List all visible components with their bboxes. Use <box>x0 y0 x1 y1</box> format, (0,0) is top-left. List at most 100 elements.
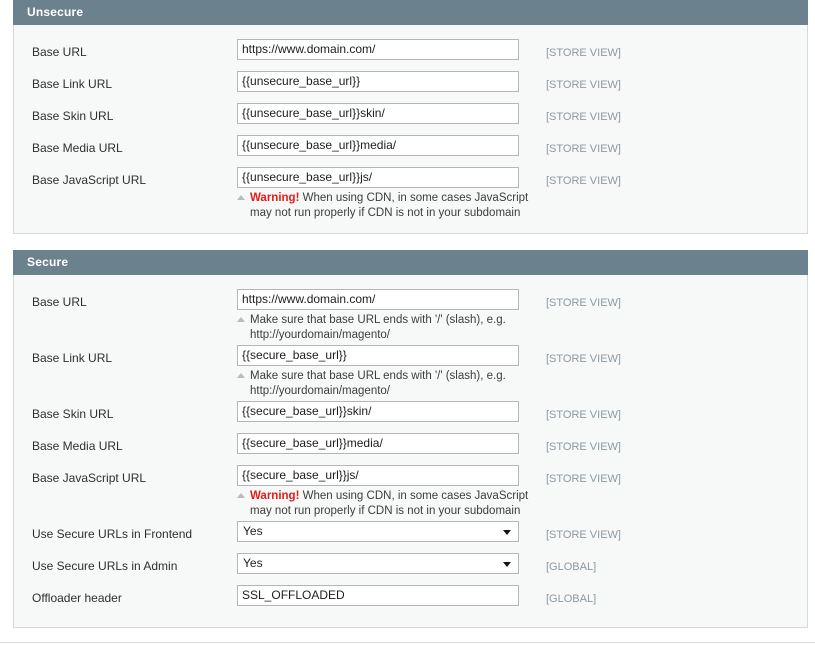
panels-container: UnsecureBase URL[STORE VIEW]Base Link UR… <box>0 0 815 628</box>
input-base-javascript-url[interactable] <box>237 465 519 486</box>
triangle-bullet-icon <box>237 317 245 322</box>
scope-label: [STORE VIEW] <box>546 409 621 421</box>
field-label: Base Media URL <box>32 439 123 453</box>
field-control: Warning! When using CDN, in some cases J… <box>237 465 528 519</box>
input-base-url[interactable] <box>237 39 519 60</box>
field-control <box>237 39 519 60</box>
field-label: Base URL <box>32 45 87 59</box>
form-row: Base JavaScript URL Warning! When using C… <box>14 465 807 519</box>
scope-label: [STORE VIEW] <box>546 143 621 155</box>
panel-gap <box>0 234 815 250</box>
input-base-link-url[interactable] <box>237 345 519 366</box>
scope-label: [GLOBAL] <box>546 561 597 573</box>
warning-label: Warning! <box>250 192 300 204</box>
field-control <box>237 433 519 454</box>
input-base-javascript-url[interactable] <box>237 167 519 188</box>
triangle-bullet-icon <box>237 195 245 200</box>
scope-label: [STORE VIEW] <box>546 47 621 59</box>
bottom-divider <box>0 642 815 643</box>
panel-header[interactable]: Unsecure <box>13 0 808 25</box>
panel-body: Base URL Make sure that base URL ends wit… <box>14 275 807 627</box>
form-row: Base Media URL [STORE VIEW] <box>14 135 807 165</box>
note-line-2: http://yourdomain/magento/ <box>250 385 390 397</box>
select-use-secure-urls-in-admin[interactable]: Yes <box>237 553 519 574</box>
select-use-secure-urls-in-frontend[interactable]: Yes <box>237 521 519 542</box>
field-control <box>237 401 519 422</box>
note-line-1: Warning! When using CDN, in some cases J… <box>250 489 538 504</box>
field-label: Base Link URL <box>32 77 113 91</box>
form-row: Base URL Make sure that base URL ends wit… <box>14 289 807 343</box>
input-base-skin-url[interactable] <box>237 103 519 124</box>
scope-label: [STORE VIEW] <box>546 473 621 485</box>
select-value: Yes <box>243 524 263 538</box>
input-base-media-url[interactable] <box>237 135 519 156</box>
scope-label: [STORE VIEW] <box>546 111 621 123</box>
field-control: Yes <box>237 521 519 542</box>
form-row: Use Secure URLs in Frontend Yes [STORE VIE… <box>14 521 807 551</box>
scope-label: [STORE VIEW] <box>546 175 621 187</box>
scope-label: [GLOBAL] <box>546 593 597 605</box>
note-text-1: Make sure that base URL ends with '/' (s… <box>250 314 506 326</box>
field-label: Use Secure URLs in Frontend <box>32 527 193 541</box>
field-control <box>237 135 519 156</box>
panel-header[interactable]: Secure <box>13 250 808 275</box>
field-control <box>237 103 519 124</box>
panel-body: Base URL [STORE VIEW] Base Link URL [STORE … <box>14 25 807 233</box>
scope-label: [STORE VIEW] <box>546 441 621 453</box>
form-row: Base URL [STORE VIEW] <box>14 39 807 69</box>
field-label: Offloader header <box>32 591 122 605</box>
field-control: Warning! When using CDN, in some cases J… <box>237 167 528 221</box>
note-line-1: Make sure that base URL ends with '/' (s… <box>250 313 538 328</box>
field-label: Use Secure URLs in Admin <box>32 559 178 573</box>
note-text-1: Make sure that base URL ends with '/' (s… <box>250 370 506 382</box>
input-offloader-header[interactable] <box>237 585 519 606</box>
form-row: Base Skin URL [STORE VIEW] <box>14 103 807 133</box>
field-label: Base Skin URL <box>32 109 114 123</box>
chevron-down-icon <box>503 530 511 535</box>
hint-note: Make sure that base URL ends with '/' (s… <box>237 313 538 343</box>
input-base-link-url[interactable] <box>237 71 519 92</box>
field-control: Make sure that base URL ends with '/' (s… <box>237 345 519 399</box>
chevron-down-icon <box>503 562 511 567</box>
field-control: Yes <box>237 553 519 574</box>
note-line-1: Warning! When using CDN, in some cases J… <box>250 191 538 206</box>
field-label: Base Media URL <box>32 141 123 155</box>
field-control <box>237 71 519 92</box>
input-base-skin-url[interactable] <box>237 401 519 422</box>
form-row: Base Link URL Make sure that base URL end… <box>14 345 807 399</box>
field-label: Base URL <box>32 295 87 309</box>
form-row: Base Media URL [STORE VIEW] <box>14 433 807 463</box>
form-row: Use Secure URLs in Admin Yes [GLOBAL] <box>14 553 807 583</box>
field-label: Base Skin URL <box>32 407 114 421</box>
warning-note: Warning! When using CDN, in some cases J… <box>237 191 538 221</box>
field-label: Base Link URL <box>32 351 113 365</box>
note-text-1: When using CDN, in some cases JavaScript <box>299 490 529 502</box>
panel-secure: Secure Base URL Make sure that base URL en… <box>13 250 808 628</box>
field-label: Base JavaScript URL <box>32 471 147 485</box>
note-line-2: may not run properly if CDN is not in yo… <box>250 207 521 219</box>
triangle-bullet-icon <box>237 493 245 498</box>
note-text-1: When using CDN, in some cases JavaScript <box>299 192 529 204</box>
input-base-url[interactable] <box>237 289 519 310</box>
panel-unsecure: UnsecureBase URL[STORE VIEW]Base Link UR… <box>13 0 808 234</box>
form-row: Base Skin URL [STORE VIEW] <box>14 401 807 431</box>
input-base-media-url[interactable] <box>237 433 519 454</box>
select-value: Yes <box>243 556 263 570</box>
field-control: Make sure that base URL ends with '/' (s… <box>237 289 519 343</box>
triangle-bullet-icon <box>237 373 245 378</box>
form-row: Base Link URL [STORE VIEW] <box>14 71 807 101</box>
hint-note: Make sure that base URL ends with '/' (s… <box>237 369 538 399</box>
field-label: Base JavaScript URL <box>32 173 147 187</box>
form-row: Offloader header [GLOBAL] <box>14 585 807 615</box>
config-page: UnsecureBase URL[STORE VIEW]Base Link UR… <box>0 0 815 645</box>
note-line-2: may not run properly if CDN is not in yo… <box>250 505 521 517</box>
scope-label: [STORE VIEW] <box>546 353 621 365</box>
scope-label: [STORE VIEW] <box>546 297 621 309</box>
field-control <box>237 585 519 606</box>
note-line-1: Make sure that base URL ends with '/' (s… <box>250 369 538 384</box>
warning-note: Warning! When using CDN, in some cases J… <box>237 489 538 519</box>
scope-label: [STORE VIEW] <box>546 79 621 91</box>
note-line-2: http://yourdomain/magento/ <box>250 329 390 341</box>
form-row: Base JavaScript URL Warning! When using C… <box>14 167 807 221</box>
scope-label: [STORE VIEW] <box>546 529 621 541</box>
